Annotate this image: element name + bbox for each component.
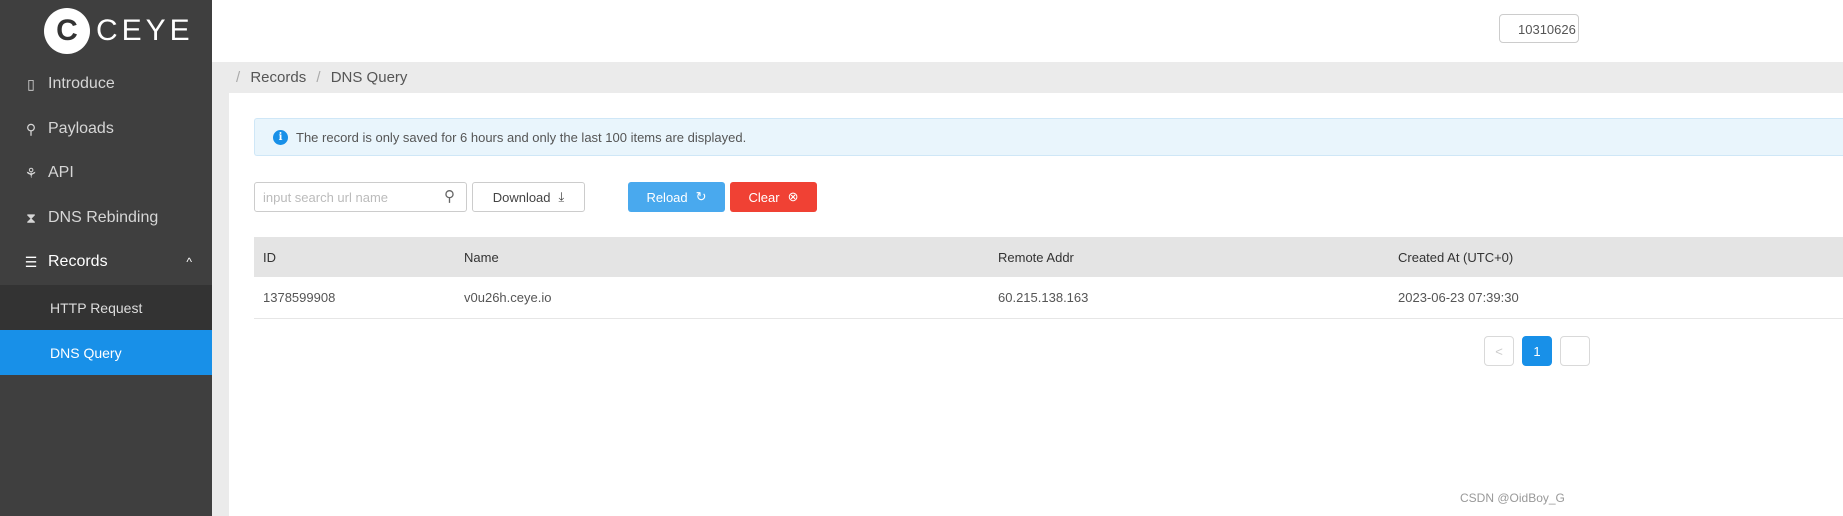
column-header-remote-addr: Remote Addr: [998, 249, 1074, 265]
reload-label: Reload: [646, 189, 688, 205]
pagination-next[interactable]: [1560, 336, 1590, 366]
column-header-name: Name: [464, 249, 499, 265]
records-table: ID Name Remote Addr Created At (UTC+0) 1…: [254, 237, 1843, 319]
chevron-up-icon: ^: [186, 255, 192, 269]
sidebar-item-dns-query[interactable]: DNS Query: [0, 330, 212, 375]
book-icon: ▯: [27, 75, 35, 92]
reload-icon: ↻: [695, 189, 707, 204]
info-alert: i The record is only saved for 6 hours a…: [254, 118, 1843, 156]
sidebar-item-label: API: [48, 164, 74, 181]
pagination-page-1[interactable]: 1: [1522, 336, 1552, 366]
column-header-id: ID: [263, 249, 276, 265]
sidebar-item-api[interactable]: ⚘ API: [0, 151, 212, 195]
reload-button[interactable]: Reload ↻: [628, 182, 725, 212]
download-icon: ⤓: [558, 189, 565, 204]
list-icon: ☰: [24, 253, 38, 270]
breadcrumb-dns-query: DNS Query: [330, 69, 408, 86]
hourglass-icon: ⧗: [26, 209, 36, 226]
breadcrumb-records[interactable]: Records: [250, 69, 306, 86]
cell-remote-addr: 60.215.138.163: [998, 290, 1089, 305]
api-icon: ⚘: [24, 164, 38, 181]
breadcrumb: / Records / DNS Query: [236, 69, 413, 86]
info-icon: i: [273, 129, 288, 145]
sidebar-item-introduce[interactable]: ▯ Introduce: [0, 62, 212, 106]
download-button[interactable]: Download ⤓: [472, 182, 585, 212]
cell-created-at: 2023-06-23 07:39:30: [1398, 290, 1519, 305]
close-circle-icon: ⊗: [787, 189, 799, 204]
table-header: ID Name Remote Addr Created At (UTC+0): [254, 237, 1843, 277]
pagination-prev[interactable]: <: [1484, 336, 1514, 366]
brand-name: CEYE: [96, 14, 194, 47]
watermark: CSDN @OidBoy_G: [1460, 491, 1565, 505]
sidebar-item-label: Payloads: [48, 120, 114, 137]
cell-name: v0u26h.ceye.io: [464, 290, 552, 305]
sidebar-item-label: Records: [48, 253, 108, 270]
sidebar-item-http-request[interactable]: HTTP Request: [0, 285, 212, 330]
search-icon[interactable]: ⚲: [444, 187, 455, 205]
table-row: 1378599908 v0u26h.ceye.io 60.215.138.163…: [254, 277, 1843, 319]
sidebar-item-records[interactable]: ☰ Records ^: [0, 240, 212, 284]
logo[interactable]: C CEYE: [44, 8, 194, 54]
sidebar-item-label: Introduce: [48, 75, 115, 92]
clear-button[interactable]: Clear ⊗: [730, 182, 817, 212]
logo-icon: C: [44, 8, 90, 54]
search-input[interactable]: [254, 182, 467, 212]
alert-text: The record is only saved for 6 hours and…: [296, 129, 747, 145]
user-menu[interactable]: 10310626: [1499, 14, 1579, 43]
rocket-icon: ⚲: [25, 120, 37, 137]
sidebar-item-payloads[interactable]: ⚲ Payloads: [0, 107, 212, 151]
download-label: Download: [492, 189, 551, 205]
sidebar-item-label: DNS Rebinding: [48, 209, 159, 226]
sidebar: C CEYE ▯ Introduce ⚲ Payloads ⚘ API ⧗ DNS Re…: [0, 0, 212, 516]
breadcrumb-separator: /: [316, 69, 321, 86]
cell-id: 1378599908: [263, 290, 336, 305]
breadcrumb-separator: /: [236, 69, 241, 86]
clear-label: Clear: [748, 189, 780, 205]
header: [212, 0, 1843, 62]
column-header-created-at: Created At (UTC+0): [1398, 249, 1514, 265]
sidebar-item-dns-rebinding[interactable]: ⧗ DNS Rebinding: [0, 196, 212, 240]
